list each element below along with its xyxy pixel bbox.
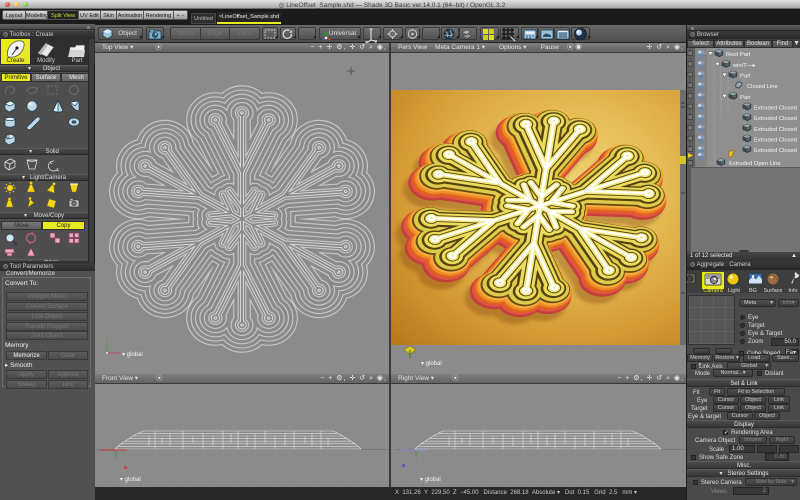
svg-text:Part: Part xyxy=(740,95,751,101)
svg-text:Extruded Closed: Extruded Closed xyxy=(754,116,797,122)
svg-text:Extruded Closed: Extruded Closed xyxy=(754,127,797,133)
svg-text:Closed Line: Closed Line xyxy=(747,84,778,90)
svg-text:Part: Part xyxy=(740,74,751,80)
svg-text:▾ global: ▾ global xyxy=(122,352,143,358)
svg-text:Extruded Closed: Extruded Closed xyxy=(754,137,797,143)
svg-text:▾ global: ▾ global xyxy=(120,477,141,483)
svg-text:Root Part: Root Part xyxy=(726,52,751,58)
svg-text:win/T—▸: win/T—▸ xyxy=(732,63,756,69)
svg-text:Extruded Closed: Extruded Closed xyxy=(754,148,797,154)
svg-text:▾ global: ▾ global xyxy=(420,477,441,483)
svg-text:Extruded Closed: Extruded Closed xyxy=(754,105,797,111)
svg-text:▾ global: ▾ global xyxy=(421,361,442,367)
